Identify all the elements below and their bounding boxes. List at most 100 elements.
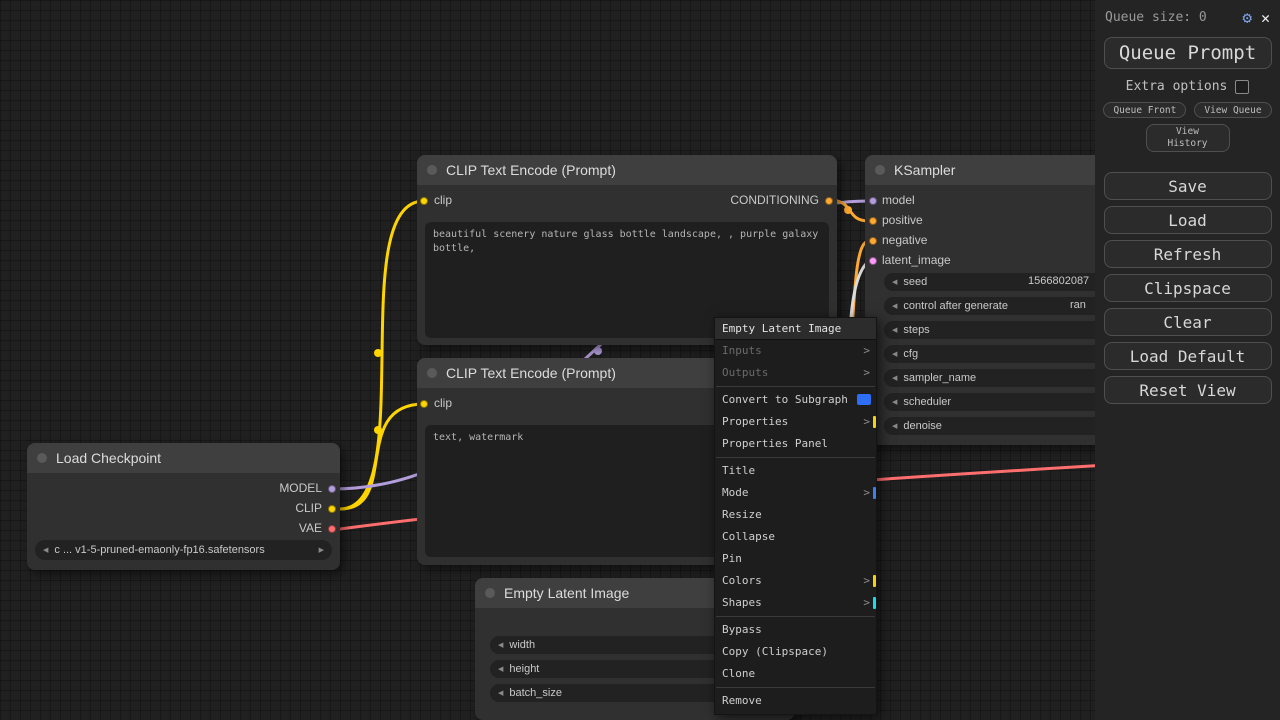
decrement-arrow-icon[interactable]: ◀ <box>892 326 897 334</box>
submenu-marker <box>873 487 876 499</box>
queue-prompt-button[interactable]: Queue Prompt <box>1103 37 1272 69</box>
widget-denoise[interactable]: ◀ denoise <box>884 417 1130 435</box>
reset-view-button[interactable]: Reset View <box>1103 376 1272 404</box>
input-label-clip: clip <box>434 193 453 207</box>
widget-cfg[interactable]: ◀ cfg <box>884 345 1130 363</box>
menu-item-properties[interactable]: Properties > <box>715 411 876 433</box>
menu-item-colors[interactable]: Colors > <box>715 570 876 592</box>
widget-steps[interactable]: ◀ steps <box>884 321 1130 339</box>
subgraph-badge-icon <box>857 394 871 405</box>
widget-scheduler[interactable]: ◀ scheduler <box>884 393 1130 411</box>
view-queue-button[interactable]: View Queue <box>1194 102 1272 118</box>
decrement-arrow-icon[interactable]: ◀ <box>892 374 897 382</box>
output-slot-clip[interactable] <box>328 505 336 513</box>
widget-name: height <box>509 663 540 675</box>
queue-front-button[interactable]: Queue Front <box>1103 102 1187 118</box>
input-label-latent-image: latent_image <box>882 253 951 267</box>
node-title-bar[interactable]: CLIP Text Encode (Prompt) <box>417 155 837 185</box>
comfy-menu-panel: Queue size: 0 ⚙ ✕ Queue Prompt Extra opt… <box>1095 0 1280 720</box>
widget-value: 1566802087 <box>1028 275 1090 287</box>
decrement-arrow-icon[interactable]: ◀ <box>498 641 503 649</box>
input-slot-negative[interactable] <box>869 237 877 245</box>
widget-sampler-name[interactable]: ◀ sampler_name <box>884 369 1130 387</box>
load-button[interactable]: Load <box>1103 206 1272 234</box>
collapse-dot-icon[interactable] <box>427 368 437 378</box>
menu-separator <box>716 386 875 387</box>
collapse-dot-icon[interactable] <box>875 165 885 175</box>
menu-item-bypass[interactable]: Bypass <box>715 619 876 641</box>
submenu-arrow-icon: > <box>863 366 870 379</box>
input-label-model: model <box>882 193 915 207</box>
decrement-arrow-icon[interactable]: ◀ <box>892 398 897 406</box>
submenu-arrow-icon: > <box>863 344 870 357</box>
decrement-arrow-icon[interactable]: ◀ <box>892 350 897 358</box>
ckpt-name-widget[interactable]: ◀ c ... v1-5-pruned-emaonly-fp16.safeten… <box>35 540 332 560</box>
close-menu-icon[interactable]: ✕ <box>1261 9 1270 27</box>
refresh-button[interactable]: Refresh <box>1103 240 1272 268</box>
widget-name: width <box>509 639 536 651</box>
input-slot-positive[interactable] <box>869 217 877 225</box>
input-slot-clip[interactable] <box>420 197 428 205</box>
node-context-menu: Empty Latent Image Inputs > Outputs > Co… <box>714 317 877 715</box>
menu-item-outputs: Outputs > <box>715 362 876 384</box>
input-slot-clip[interactable] <box>420 400 428 408</box>
menu-item-collapse[interactable]: Collapse <box>715 526 876 548</box>
menu-item-shapes[interactable]: Shapes > <box>715 592 876 614</box>
submenu-arrow-icon: > <box>863 596 870 609</box>
link-midpoint-dot <box>844 206 852 214</box>
submenu-arrow-icon: > <box>863 415 870 428</box>
view-history-button[interactable]: View History <box>1145 124 1230 152</box>
menu-item-title[interactable]: Title <box>715 460 876 482</box>
collapse-dot-icon[interactable] <box>485 588 495 598</box>
decrement-arrow-icon[interactable]: ◀ <box>892 278 897 286</box>
node-title: CLIP Text Encode (Prompt) <box>446 365 616 381</box>
next-value-arrow-icon[interactable]: ▶ <box>319 546 324 554</box>
node-title: Empty Latent Image <box>504 585 630 601</box>
output-slot-model[interactable] <box>328 485 336 493</box>
widget-name: scheduler <box>903 396 952 408</box>
menu-item-clone[interactable]: Clone <box>715 663 876 685</box>
menu-item-copy-clipspace[interactable]: Copy (Clipspace) <box>715 641 876 663</box>
load-default-button[interactable]: Load Default <box>1103 342 1272 370</box>
node-title: KSampler <box>894 162 956 178</box>
menu-item-pin[interactable]: Pin <box>715 548 876 570</box>
decrement-arrow-icon[interactable]: ◀ <box>498 665 503 673</box>
input-label-negative: negative <box>882 233 928 247</box>
menu-item-resize[interactable]: Resize <box>715 504 876 526</box>
settings-gear-icon[interactable]: ⚙ <box>1242 8 1252 27</box>
menu-separator <box>716 457 875 458</box>
node-title: CLIP Text Encode (Prompt) <box>446 162 616 178</box>
menu-item-remove[interactable]: Remove <box>715 690 876 712</box>
widget-name: sampler_name <box>903 372 977 384</box>
decrement-arrow-icon[interactable]: ◀ <box>498 689 503 697</box>
node-load-checkpoint[interactable]: Load Checkpoint MODEL CLIP VAE ◀ c ... v… <box>27 443 340 570</box>
prev-value-arrow-icon[interactable]: ◀ <box>43 546 48 554</box>
output-label-clip: CLIP <box>295 501 322 515</box>
input-label-clip: clip <box>434 396 453 410</box>
menu-item-convert-to-subgraph[interactable]: Convert to Subgraph <box>715 389 876 411</box>
widget-seed[interactable]: ◀ seed 1566802087 <box>884 273 1130 291</box>
decrement-arrow-icon[interactable]: ◀ <box>892 302 897 310</box>
output-slot-conditioning[interactable] <box>825 197 833 205</box>
decrement-arrow-icon[interactable]: ◀ <box>892 422 897 430</box>
graph-canvas[interactable]: Load Checkpoint MODEL CLIP VAE ◀ c ... v… <box>0 0 1280 720</box>
extra-options-checkbox[interactable] <box>1235 79 1250 94</box>
node-title-bar[interactable]: Load Checkpoint <box>27 443 340 473</box>
input-slot-latent-image[interactable] <box>869 257 877 265</box>
widget-control-after-generate[interactable]: ◀ control after generate ran <box>884 297 1130 315</box>
input-slot-model[interactable] <box>869 197 877 205</box>
clear-button[interactable]: Clear <box>1103 308 1272 336</box>
output-slot-vae[interactable] <box>328 525 336 533</box>
save-button[interactable]: Save <box>1103 172 1272 200</box>
wire-clip-to-encode1 <box>338 199 426 511</box>
widget-name: batch_size <box>509 687 562 699</box>
input-label-positive: positive <box>882 213 923 227</box>
widget-value: ran <box>1070 299 1086 311</box>
collapse-dot-icon[interactable] <box>37 453 47 463</box>
menu-item-mode[interactable]: Mode > <box>715 482 876 504</box>
submenu-marker <box>873 416 876 428</box>
clipspace-button[interactable]: Clipspace <box>1103 274 1272 302</box>
submenu-marker <box>873 597 876 609</box>
menu-item-properties-panel[interactable]: Properties Panel <box>715 433 876 455</box>
collapse-dot-icon[interactable] <box>427 165 437 175</box>
